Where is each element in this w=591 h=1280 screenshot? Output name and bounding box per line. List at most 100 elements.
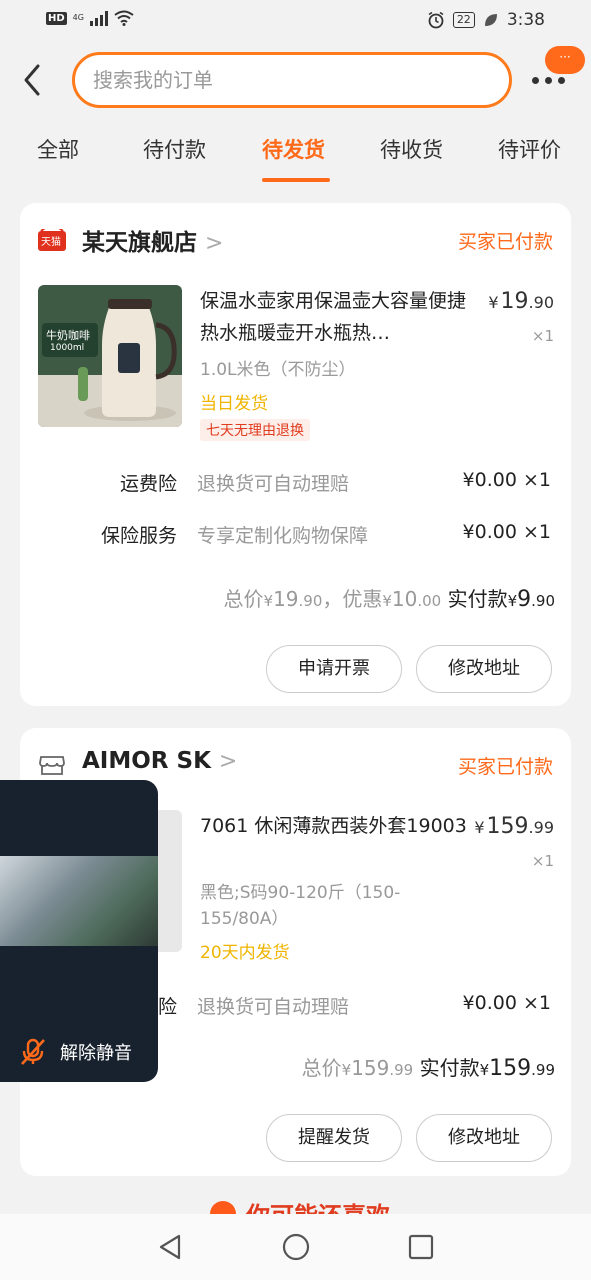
total-currency: ¥ <box>341 1061 352 1079</box>
total-label: 总价 <box>301 1056 342 1080</box>
alarm-icon <box>428 11 444 29</box>
modify-address-button[interactable]: 修改地址 <box>416 1114 552 1162</box>
store-header[interactable]: AIMOR SK > 买家已付款 <box>38 748 553 782</box>
service-desc: 专享定制化购物保障 <box>197 525 369 547</box>
status-right: 22 3:38 <box>427 10 545 30</box>
status-bar: HD 4G 22 3:38 <box>0 0 591 42</box>
signal-icon <box>89 10 108 26</box>
search-field[interactable] <box>72 52 512 108</box>
network-type: 4G <box>72 13 84 22</box>
product-title[interactable]: 7061 休闲薄款西装外套19003 <box>200 810 468 842</box>
order-total: 总价¥159.99 实付款¥159.99 <box>302 1052 555 1081</box>
paid-integer: 159 <box>489 1056 532 1081</box>
service-desc: 退换货可自动理赔 <box>197 996 350 1018</box>
paid-label: 实付款 <box>419 1056 480 1080</box>
store-header[interactable]: 天猫 某天旗舰店 > 买家已付款 <box>38 223 553 257</box>
discount-decimal: .00 <box>417 592 442 610</box>
return-policy-tag: 七天无理由退换 <box>200 419 310 441</box>
search-header <box>0 50 591 110</box>
chevron-right-icon: > <box>218 749 238 774</box>
clock: 3:38 <box>506 10 545 30</box>
active-tab-indicator <box>262 178 330 182</box>
tab-pending-review[interactable]: 待评价 <box>498 134 561 164</box>
unmute-button[interactable]: 解除静音 <box>20 1038 132 1066</box>
circle-home-icon <box>282 1233 310 1261</box>
store-name[interactable]: AIMOR SK > <box>82 748 237 774</box>
more-dot-icon <box>532 76 539 84</box>
shipping-time: 20天内发货 <box>200 943 290 963</box>
paid-decimal: .99 <box>531 1061 555 1079</box>
price-integer: 159 <box>486 814 529 839</box>
request-invoice-button[interactable]: 申请开票 <box>266 645 402 693</box>
order-card: 天猫 某天旗舰店 > 买家已付款 牛奶咖啡 1000ml 保温水壶家用保温壶大容量… <box>20 203 571 706</box>
tab-pending-receipt[interactable]: 待收货 <box>380 134 443 164</box>
price-decimal: .99 <box>528 818 554 837</box>
total-integer: 19 <box>273 587 299 611</box>
search-input[interactable] <box>75 55 509 105</box>
total-currency: ¥ <box>263 592 274 610</box>
price-decimal: .90 <box>528 293 554 312</box>
product-quantity: ×1 <box>531 852 554 870</box>
product-spec: 1.0L米色（不防尘） <box>200 360 356 380</box>
service-row-insurance[interactable]: 保险服务 专享定制化购物保障 ¥0.00 ×1 <box>20 521 571 551</box>
product-spec: 黑色;S码90-120斤（150-155/80A） <box>200 883 401 929</box>
muted-mic-icon <box>21 1038 45 1065</box>
unmute-label: 解除静音 <box>60 1043 132 1064</box>
total-decimal: .90 <box>298 592 323 610</box>
product-price: ¥19.90 <box>488 289 554 314</box>
battery-icon: 22 <box>452 12 475 28</box>
leaf-icon <box>484 14 497 26</box>
tab-pending-payment[interactable]: 待付款 <box>143 134 206 164</box>
nav-recents-button[interactable] <box>406 1232 436 1262</box>
order-tabs: 全部 待付款 待发货 待收货 待评价 <box>0 130 591 184</box>
thermos-image <box>38 285 182 427</box>
order-status: 买家已付款 <box>457 756 553 778</box>
message-badge[interactable]: ··· <box>545 46 585 74</box>
service-label: 运费险 <box>119 473 177 495</box>
total-decimal: .99 <box>389 1061 414 1079</box>
status-left: HD 4G <box>46 10 134 26</box>
back-button[interactable] <box>18 62 48 98</box>
nav-back-button[interactable] <box>155 1232 185 1262</box>
store-name[interactable]: 某天旗舰店 > <box>82 223 223 257</box>
chevron-right-icon: > <box>205 231 224 256</box>
product-image-label: 牛奶咖啡 <box>46 329 90 342</box>
service-row-freight-insurance[interactable]: 运费险 退换货可自动理赔 ¥0.00 ×1 <box>20 469 571 499</box>
paid-integer: 9 <box>517 587 532 612</box>
paid-label: 实付款 <box>447 587 508 611</box>
product-title[interactable]: 保温水壶家用保温壶大容量便捷热水瓶暖壶开水瓶热… <box>200 285 468 349</box>
nav-home-button[interactable] <box>281 1232 311 1262</box>
product-image[interactable]: 牛奶咖啡 1000ml <box>38 285 182 427</box>
remind-shipment-button[interactable]: 提醒发货 <box>266 1114 402 1162</box>
product-price: ¥159.99 <box>474 814 554 839</box>
back-arrow-icon <box>24 64 40 96</box>
store-name-text: 某天旗舰店 <box>82 230 197 256</box>
price-integer: 19 <box>500 289 529 314</box>
service-price: ¥0.00 ×1 <box>462 521 551 543</box>
discount-currency: ¥ <box>382 592 392 610</box>
hd-indicator: HD <box>46 11 67 25</box>
modify-address-button[interactable]: 修改地址 <box>416 645 552 693</box>
tab-all[interactable]: 全部 <box>37 134 79 164</box>
order-status: 买家已付款 <box>457 231 553 253</box>
price-currency: ¥ <box>474 818 485 837</box>
service-price: ¥0.00 ×1 <box>462 469 551 491</box>
paid-decimal: .90 <box>531 592 555 610</box>
triangle-back-icon <box>159 1234 181 1260</box>
more-dot-icon <box>545 76 552 84</box>
video-frame[interactable] <box>0 856 158 946</box>
total-integer: 159 <box>351 1056 390 1080</box>
tmall-badge-text: 天猫 <box>41 237 61 248</box>
service-desc: 退换货可自动理赔 <box>197 473 350 495</box>
more-dot-icon <box>558 76 565 84</box>
order-total: 总价¥19.90，优惠¥10.00 实付款¥9.90 <box>224 583 555 612</box>
product-item[interactable]: 牛奶咖啡 1000ml 保温水壶家用保温壶大容量便捷热水瓶暖壶开水瓶热… ¥19… <box>38 285 558 441</box>
product-quantity: ×1 <box>531 327 554 345</box>
price-currency: ¥ <box>488 293 499 312</box>
paid-currency: ¥ <box>507 592 518 610</box>
store-name-text: AIMOR SK <box>82 748 211 774</box>
floating-video-window[interactable]: 解除静音 <box>0 780 158 1082</box>
service-price: ¥0.00 ×1 <box>462 992 551 1014</box>
paid-amount: 实付款¥9.90 <box>447 587 555 612</box>
tab-pending-shipment[interactable]: 待发货 <box>262 134 325 164</box>
